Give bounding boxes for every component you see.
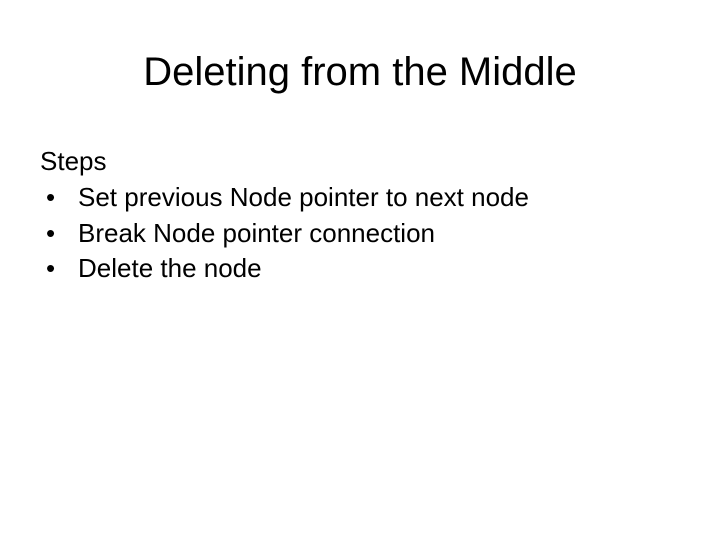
slide-container: Deleting from the Middle Steps Set previ… bbox=[0, 0, 720, 540]
list-item: Delete the node bbox=[40, 252, 680, 286]
list-item: Break Node pointer connection bbox=[40, 217, 680, 251]
slide-content: Steps Set previous Node pointer to next … bbox=[40, 145, 680, 286]
slide-title: Deleting from the Middle bbox=[40, 50, 680, 95]
steps-label: Steps bbox=[40, 145, 680, 179]
list-item: Set previous Node pointer to next node bbox=[40, 181, 680, 215]
bullet-list: Set previous Node pointer to next node B… bbox=[40, 181, 680, 286]
